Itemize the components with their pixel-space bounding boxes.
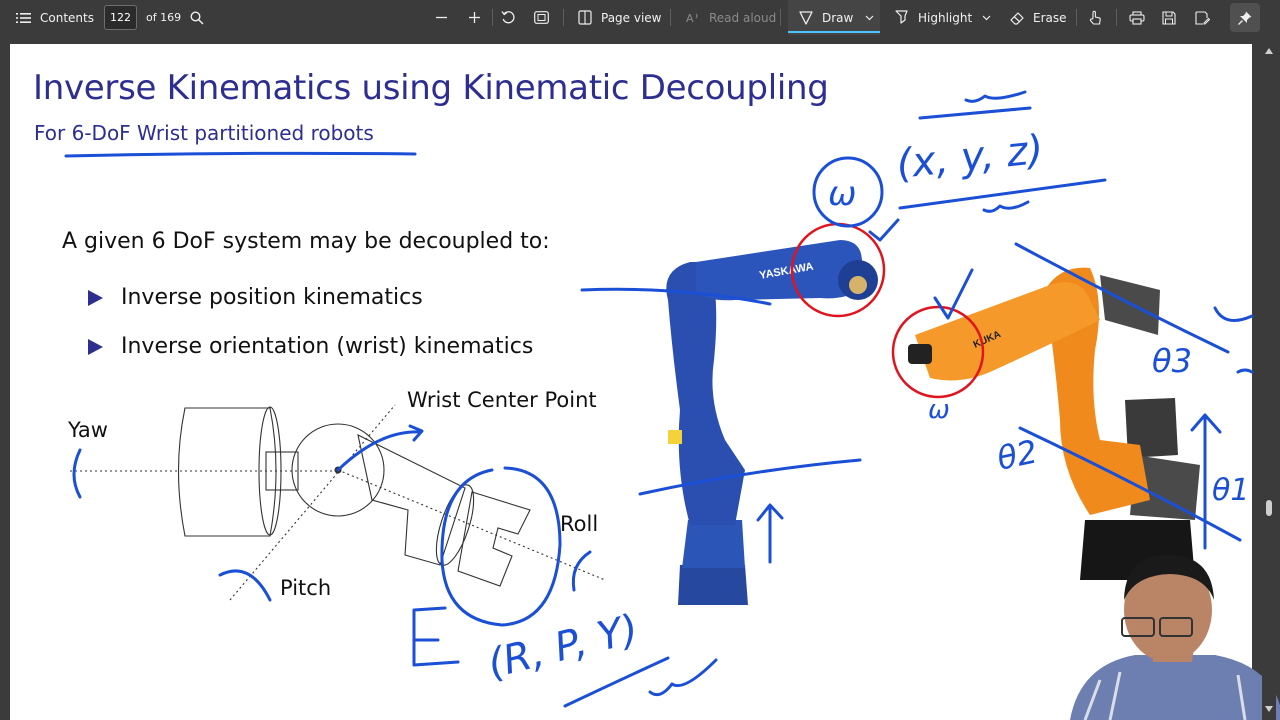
page-graphics: YASKAWA KUKA ω ω (x, y, z) (R, P, Y) θ3 …	[64, 90, 1280, 720]
wrist-diagram	[70, 404, 606, 601]
scroll-down-icon[interactable]	[1265, 706, 1273, 712]
kuka-robot-image: KUKA	[908, 267, 1200, 580]
scrollbar-thumb[interactable]	[1266, 500, 1272, 516]
theta1-annotation: θ1	[1212, 473, 1249, 508]
rpy-annotation: (R, P, Y)	[483, 606, 643, 688]
theta2-annotation: θ2	[994, 432, 1041, 477]
omega-annotation: ω	[828, 174, 856, 214]
xyz-annotation: (x, y, z)	[894, 127, 1045, 188]
scroll-up-icon[interactable]	[1265, 48, 1273, 54]
theta3-annotation: θ3	[1152, 342, 1192, 380]
omega-annotation-small: ω	[928, 395, 950, 425]
vertical-scrollbar[interactable]	[1262, 44, 1276, 720]
